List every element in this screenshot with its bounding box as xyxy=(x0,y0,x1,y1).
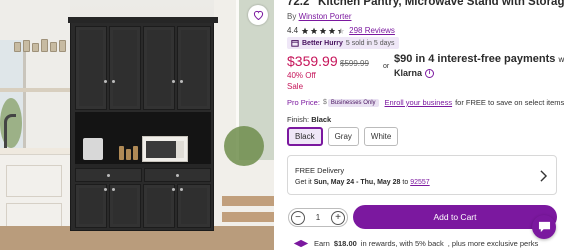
by-prefix: By xyxy=(287,12,297,21)
klarna-offer: $90 in 4 interest-free payments with xyxy=(394,53,564,65)
businesses-only-badge: Businesses Only xyxy=(327,98,379,107)
finish-label: Finish: Black xyxy=(287,115,331,124)
product-details: 72.2" Kitchen Pantry, Microwave Stand wi… xyxy=(287,0,564,250)
star-icon xyxy=(310,27,318,34)
star-icon xyxy=(301,27,309,34)
stair-step xyxy=(222,212,274,222)
or-divider: or xyxy=(383,63,390,70)
rewards-prefix: Earn xyxy=(314,239,330,248)
stair-step xyxy=(222,196,274,206)
info-icon[interactable]: i xyxy=(425,68,435,78)
original-price: $599.99 xyxy=(340,59,369,68)
wishlist-button[interactable] xyxy=(248,5,268,25)
star-icon xyxy=(319,27,327,34)
hurry-label: Better Hurry xyxy=(302,39,343,47)
chat-button[interactable] xyxy=(532,215,556,239)
star-icon xyxy=(328,27,336,34)
delivery-to: to xyxy=(402,179,409,186)
pro-price-label: Pro Price: xyxy=(287,98,320,107)
quantity-value[interactable]: 1 xyxy=(316,213,320,222)
microwave xyxy=(142,136,188,162)
delivery-prefix: Get it xyxy=(295,179,312,186)
product-image[interactable] xyxy=(0,0,274,250)
heart-icon xyxy=(253,10,263,20)
current-price: $359.99 xyxy=(287,53,338,69)
rating-value: 4.4 xyxy=(287,26,299,35)
pro-price-row: Pro Price: $ Businesses Only Enroll your… xyxy=(287,98,564,107)
reviews-link[interactable]: 298 Reviews xyxy=(349,26,395,35)
delivery-card[interactable]: FREE Delivery Get it Sun, May 24 - Thu, … xyxy=(287,155,557,195)
pantry-cabinet xyxy=(68,17,218,231)
finish-options: Black Gray White xyxy=(287,127,399,146)
rewards-banner: Earn $18.00 in rewards, with 5% back , p… xyxy=(292,239,538,248)
klarna-text: in 4 interest-free payments xyxy=(415,53,556,65)
rewards-suffix: , plus more exclusive perks xyxy=(447,239,539,248)
delivery-title: FREE Delivery xyxy=(295,166,345,175)
coffee-maker xyxy=(83,138,103,160)
klarna-with: with xyxy=(558,55,564,64)
chevron-right-icon xyxy=(540,170,548,182)
spice-jars xyxy=(12,34,72,52)
klarna-amount: $90 xyxy=(394,53,413,65)
rewards-text: in rewards, with 5% back xyxy=(360,239,444,248)
pro-price-description: for FREE to save on select items. xyxy=(455,98,564,107)
plant-right xyxy=(224,126,264,166)
brand-link[interactable]: Winston Porter xyxy=(299,12,352,21)
rating-row: 4.4 298 Reviews xyxy=(287,26,395,35)
finish-prefix: Finish: xyxy=(287,115,310,124)
klarna-logo: Klarna xyxy=(394,68,423,78)
zip-code-link[interactable]: 92557 xyxy=(410,179,429,186)
pro-price-symbol: $ xyxy=(322,99,327,106)
add-to-cart-button[interactable]: Add to Cart xyxy=(353,205,557,229)
calendar-icon xyxy=(291,40,299,47)
faucet xyxy=(4,114,16,148)
rewards-icon xyxy=(293,239,309,248)
star-icon xyxy=(337,27,345,34)
canisters xyxy=(119,144,139,160)
byline: By Winston Porter xyxy=(287,12,351,21)
star-rating xyxy=(301,27,345,35)
discount-percent: 40% Off xyxy=(287,71,316,80)
decrease-quantity-button[interactable]: − xyxy=(291,210,305,225)
increase-quantity-button[interactable]: + xyxy=(330,210,345,225)
finish-selected: Black xyxy=(311,115,332,124)
product-title: 72.2" Kitchen Pantry, Microwave Stand wi… xyxy=(287,0,564,8)
hurry-badge: Better Hurry 5 sold in 5 days xyxy=(287,37,399,49)
rewards-amount: $18.00 xyxy=(333,239,357,248)
hurry-sold: 5 sold in 5 days xyxy=(345,39,395,47)
klarna-brand-row: Klarna i xyxy=(394,68,435,78)
finish-option-gray[interactable]: Gray xyxy=(327,127,359,146)
delivery-date: Get it Sun, May 24 - Thu, May 28 to 9255… xyxy=(295,179,430,186)
chat-icon xyxy=(538,221,550,233)
finish-option-black[interactable]: Black xyxy=(287,127,323,146)
quantity-stepper: − 1 + xyxy=(288,208,348,227)
finish-option-white[interactable]: White xyxy=(363,127,399,146)
delivery-range: Sun, May 24 - Thu, May 28 xyxy=(313,179,401,186)
wall-shelf xyxy=(0,88,72,92)
sale-label: Sale xyxy=(287,82,304,91)
enroll-business-link[interactable]: Enroll your business xyxy=(385,98,453,107)
